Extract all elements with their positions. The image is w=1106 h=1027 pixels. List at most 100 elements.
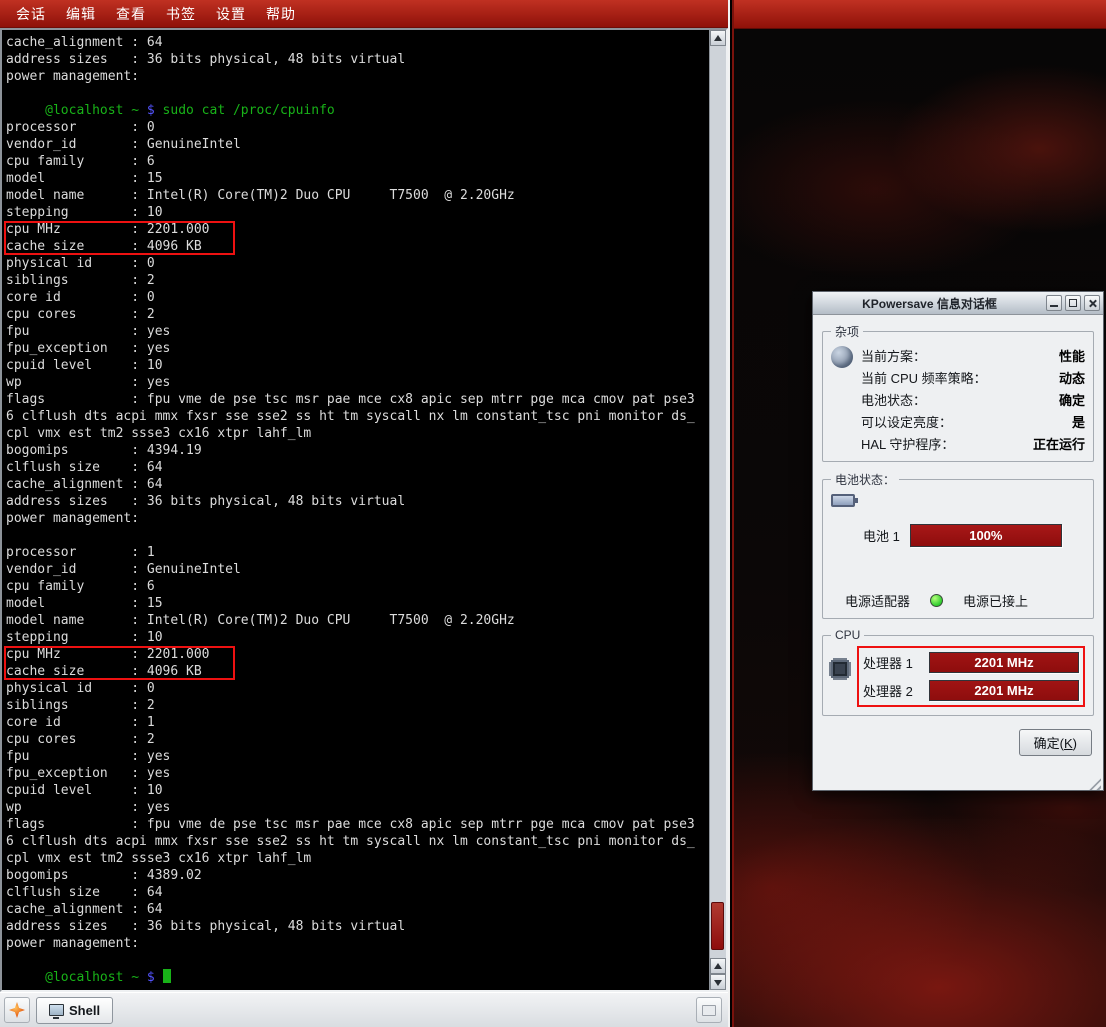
resize-grip[interactable] [1088, 777, 1101, 790]
misc-rows: 当前方案： 性能 当前 CPU 频率策略： 动态 电池状态： [861, 344, 1085, 453]
cpu-frequency-bar: 2201 MHz [929, 680, 1079, 701]
cpu-row: 处理器 1 2201 MHz [863, 652, 1079, 673]
battery-group-title: 电池状态： [831, 471, 899, 488]
scroll-down-button[interactable] [710, 974, 726, 990]
arrow-up-icon [714, 35, 722, 41]
terminal-frame: cache_alignment : 64address sizes : 36 b… [0, 28, 728, 992]
terminal-line: physical id : 0 [6, 255, 709, 272]
menu-item[interactable]: 会话 [6, 0, 56, 28]
cpu-group: CPU 处理器 1 2201 MHz [822, 628, 1094, 716]
terminal-line: model name : Intel(R) Core(TM)2 Duo CPU … [6, 187, 709, 204]
terminal-line: address sizes : 36 bits physical, 48 bit… [6, 51, 709, 68]
terminal-line: cache_alignment : 64 [6, 476, 709, 493]
close-button[interactable] [1084, 295, 1100, 311]
terminal-output[interactable]: cache_alignment : 64address sizes : 36 b… [2, 30, 709, 990]
terminal-icon [49, 1004, 64, 1016]
terminal-line: bogomips : 4389.02 [6, 867, 709, 884]
info-row: 当前 CPU 频率策略： 动态 [861, 368, 1085, 387]
minimize-button[interactable] [1046, 295, 1062, 311]
cpu-label: 处理器 2 [863, 681, 921, 700]
terminal-line: address sizes : 36 bits physical, 48 bit… [6, 918, 709, 935]
terminal-line: cpu family : 6 [6, 578, 709, 595]
terminal-line: stepping : 10 [6, 204, 709, 221]
terminal-line [6, 527, 709, 544]
cpu-row: 处理器 2 2201 MHz [863, 680, 1079, 701]
info-row: 电池状态： 确定 [861, 390, 1085, 409]
terminal-line: physical id : 0 [6, 680, 709, 697]
scroll-up-button-bottom[interactable] [710, 958, 726, 974]
info-value: 动态 [1059, 368, 1085, 387]
menu-item[interactable]: 书签 [156, 0, 206, 28]
terminal-line: cpuid level : 10 [6, 782, 709, 799]
cpu-frequency-value: 2201 MHz [974, 683, 1033, 698]
maximize-button[interactable] [1065, 295, 1081, 311]
info-row: 可以设定亮度： 是 [861, 412, 1085, 431]
terminal-line: wp : yes [6, 374, 709, 391]
terminal-line: cpuid level : 10 [6, 357, 709, 374]
menu-item[interactable]: 设置 [206, 0, 256, 28]
terminal-line: cache size : 4096 KB [6, 238, 235, 255]
info-label: 当前方案： [861, 346, 926, 365]
arrow-down-icon [714, 980, 722, 986]
battery-group: 电池状态： 电池 1 100% 电源适配器 电源已接上 [822, 471, 1094, 619]
terminal-line: @localhost ~ $ sudo cat /proc/cpuinfo [6, 102, 709, 119]
terminal-line: 6 clflush dts acpi mmx fxsr sse sse2 ss … [6, 408, 709, 425]
dialog-titlebar[interactable]: KPowersave 信息对话框 [813, 292, 1103, 315]
terminal-line [6, 952, 709, 969]
ok-button[interactable]: 确定(K) [1019, 729, 1092, 756]
new-session-button[interactable] [4, 997, 30, 1023]
highlight-annotation: cpu MHz : 2201.000cache size : 4096 KB [6, 221, 235, 255]
tab-label: Shell [69, 1003, 100, 1018]
session-list-button[interactable] [696, 997, 722, 1023]
tab-shell[interactable]: Shell [36, 997, 113, 1024]
menu-item[interactable]: 查看 [106, 0, 156, 28]
info-label: 当前 CPU 频率策略： [861, 368, 987, 387]
close-icon [1085, 296, 1099, 310]
maximize-icon [1069, 299, 1077, 307]
terminal-line: power management: [6, 68, 709, 85]
terminal-line: vendor_id : GenuineIntel [6, 561, 709, 578]
highlight-annotation: cpu MHz : 2201.000cache size : 4096 KB [6, 646, 235, 680]
terminal-line: cpu cores : 2 [6, 731, 709, 748]
scrollbar-thumb[interactable] [711, 902, 724, 950]
adapter-status: 电源已接上 [963, 591, 1028, 610]
kpowersave-dialog: KPowersave 信息对话框 杂项 [812, 291, 1104, 791]
terminal-line: processor : 0 [6, 119, 709, 136]
scroll-up-button[interactable] [710, 30, 726, 46]
info-row: 当前方案： 性能 [861, 346, 1085, 365]
adapter-led-icon [930, 594, 943, 607]
terminal-cursor [163, 969, 171, 983]
cpu-frequency-rows: 处理器 1 2201 MHz 处理器 2 2201 MHz [857, 646, 1085, 707]
battery-icon [831, 494, 855, 507]
terminal-scrollbar[interactable] [709, 30, 726, 990]
background-window-titlebar[interactable] [734, 0, 1106, 29]
terminal-line: core id : 1 [6, 714, 709, 731]
terminal-line: cpu MHz : 2201.000 [6, 646, 235, 663]
terminal-line: flags : fpu vme de pse tsc msr pae mce c… [6, 816, 709, 833]
menu-item[interactable]: 编辑 [56, 0, 106, 28]
konsole-window: 会话 编辑 查看 书签 设置 帮助 cache_alignment : 64ad… [0, 0, 730, 1027]
terminal-line: clflush size : 64 [6, 884, 709, 901]
session-tab-bar: Shell [0, 992, 728, 1027]
terminal-line: fpu : yes [6, 323, 709, 340]
terminal-line: fpu : yes [6, 748, 709, 765]
terminal-line: clflush size : 64 [6, 459, 709, 476]
terminal-line: bogomips : 4394.19 [6, 442, 709, 459]
adapter-label: 电源适配器 [845, 591, 910, 610]
menu-item[interactable]: 帮助 [256, 0, 306, 28]
battery-row: 电池 1 100% [863, 524, 1083, 547]
terminal-line: cache_alignment : 64 [6, 901, 709, 918]
terminal-line [6, 85, 709, 102]
cpu-label: 处理器 1 [863, 653, 921, 672]
dialog-button-row: 确定(K) [822, 725, 1094, 756]
terminal-line: fpu_exception : yes [6, 765, 709, 782]
scrollbar-track[interactable] [710, 46, 726, 958]
misc-group-title: 杂项 [831, 323, 863, 340]
info-value: 正在运行 [1033, 434, 1085, 453]
terminal-line: wp : yes [6, 799, 709, 816]
cpu-frequency-value: 2201 MHz [974, 655, 1033, 670]
terminal-line: cache_alignment : 64 [6, 34, 709, 51]
battery-progressbar: 100% [910, 524, 1062, 547]
desktop: 会话 编辑 查看 书签 设置 帮助 cache_alignment : 64ad… [0, 0, 1106, 1027]
cpu-group-title: CPU [831, 628, 864, 642]
